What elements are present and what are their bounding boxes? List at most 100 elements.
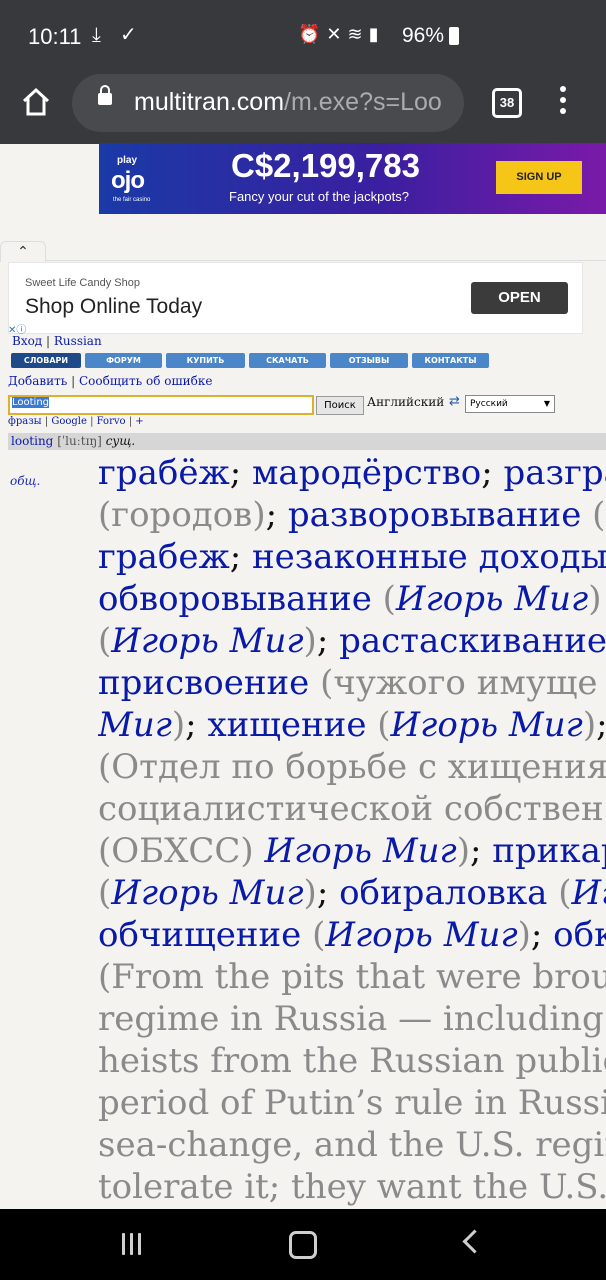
translation-link[interactable]: обк bbox=[553, 915, 606, 955]
author-link[interactable]: Игорь Миг bbox=[396, 579, 588, 619]
translation-link[interactable]: грабёж bbox=[98, 453, 230, 493]
back-icon[interactable] bbox=[462, 1229, 487, 1254]
translation-link[interactable]: разгра bbox=[503, 453, 606, 493]
candy-shop-ad[interactable]: Sweet Life Candy Shop Shop Online Today … bbox=[8, 262, 583, 334]
translation-note: ; bbox=[316, 873, 340, 913]
translation-note: ) bbox=[582, 705, 597, 745]
translation-note: (ОБХСС) bbox=[98, 831, 265, 871]
system-nav-bar bbox=[0, 1209, 606, 1280]
status-bar: 10:11 ⤓ ✓ ⏰✕≋▮ 96% bbox=[0, 0, 606, 72]
headword[interactable]: looting bbox=[11, 434, 53, 448]
translation-link[interactable]: обчищение bbox=[98, 915, 301, 955]
home-button-icon[interactable] bbox=[289, 1231, 317, 1259]
address-bar[interactable]: multitran.com/m.exe?s=Loo bbox=[72, 74, 464, 132]
url-text[interactable]: multitran.com/m.exe?s=Loo bbox=[134, 88, 442, 117]
translation-note: ) bbox=[517, 915, 531, 955]
jackpot-amount: C$2,199,783 bbox=[231, 147, 420, 184]
target-language-select[interactable]: Русский ▼ bbox=[465, 395, 555, 413]
translation-link[interactable]: обворовывание bbox=[98, 579, 372, 619]
report-error-link[interactable]: Сообщить об ошибке bbox=[79, 374, 212, 388]
translation-link[interactable]: грабеж bbox=[98, 537, 230, 577]
casino-ad-banner[interactable]: play ojo the fair casino C$2,199,783 Fan… bbox=[99, 143, 606, 214]
nav-download[interactable]: СКАЧАТЬ bbox=[249, 353, 326, 368]
translation-note: ) bbox=[303, 621, 317, 661]
translation-note: regime in Russia — including bbox=[98, 999, 604, 1039]
nav-dictionaries[interactable]: СЛОВАРИ bbox=[11, 353, 81, 368]
translation-link[interactable]: мародёрство bbox=[252, 453, 481, 493]
author-link[interactable]: Миг bbox=[98, 705, 172, 745]
plus-link[interactable]: + bbox=[135, 416, 143, 427]
external-links: фразы | Google | Forvo | + bbox=[8, 416, 144, 427]
translation-note: (From the pits that were broug bbox=[98, 957, 606, 997]
translation-note: (городов) bbox=[98, 495, 266, 535]
nav-reviews[interactable]: ОТЗЫВЫ bbox=[330, 353, 408, 368]
swap-languages-icon[interactable]: ⇄ bbox=[449, 394, 460, 409]
browser-toolbar: multitran.com/m.exe?s=Loo 38 bbox=[0, 72, 606, 144]
add-link[interactable]: Добавить bbox=[8, 374, 67, 388]
translation-note: (чужого имуще bbox=[309, 663, 598, 703]
nav-buy[interactable]: КУПИТЬ bbox=[166, 353, 245, 368]
phrases-link[interactable]: фразы bbox=[8, 416, 42, 427]
login-link[interactable]: Вход bbox=[12, 334, 42, 348]
open-button[interactable]: OPEN bbox=[471, 282, 568, 314]
translation-note: ; bbox=[530, 915, 554, 955]
translation-note: ( bbox=[581, 495, 606, 535]
translation-note: ; bbox=[596, 705, 606, 745]
translation-note: ; bbox=[229, 453, 252, 493]
forvo-link[interactable]: Forvo bbox=[97, 416, 126, 427]
more-menu-icon[interactable] bbox=[556, 86, 570, 120]
collapse-ad-chevron-icon[interactable]: ⌃ bbox=[0, 241, 46, 262]
author-link[interactable]: Игорь Миг bbox=[325, 915, 517, 955]
author-link[interactable]: Иг bbox=[572, 873, 606, 913]
translation-note: ( bbox=[547, 873, 572, 913]
translation-note: ( bbox=[98, 621, 112, 661]
action-links: Добавить | Сообщить об ошибке bbox=[8, 374, 213, 388]
translation-note: ) bbox=[171, 705, 186, 745]
nav-contacts[interactable]: КОНТАКТЫ bbox=[412, 353, 489, 368]
ad-headline: Shop Online Today bbox=[25, 295, 203, 318]
divider bbox=[0, 260, 606, 261]
recent-apps-icon[interactable] bbox=[122, 1233, 146, 1255]
sign-up-button[interactable]: SIGN UP bbox=[496, 161, 582, 194]
translation-note: ) bbox=[588, 579, 602, 619]
author-link[interactable]: Игорь Миг bbox=[111, 873, 303, 913]
playojo-logo: play ojo the fair casino bbox=[111, 155, 151, 203]
translation-link[interactable]: прикарм bbox=[492, 831, 606, 871]
home-icon[interactable] bbox=[20, 86, 52, 118]
top-links: Вход | Russian bbox=[12, 334, 102, 348]
battery-percent: 96% bbox=[402, 24, 445, 47]
translation-link[interactable]: незаконные доходы bbox=[252, 537, 606, 577]
translation-note: ; bbox=[316, 621, 340, 661]
battery-icon bbox=[449, 27, 459, 45]
search-input[interactable]: Looting bbox=[8, 395, 314, 415]
transcription: [ˈluːtɪŋ] bbox=[57, 434, 102, 448]
translation-note: ; bbox=[185, 705, 208, 745]
tab-switcher-button[interactable]: 38 bbox=[492, 88, 522, 118]
subject-label[interactable]: общ. bbox=[10, 474, 40, 488]
translations-list: грабёж; мародёрство; разгра (городов); ра… bbox=[98, 452, 606, 1208]
translation-note: heists from the Russian public bbox=[98, 1041, 606, 1081]
translation-note: ) bbox=[303, 873, 317, 913]
clock: 10:11 bbox=[28, 24, 82, 49]
google-link[interactable]: Google bbox=[51, 416, 87, 427]
translation-note: ; bbox=[469, 831, 493, 871]
source-language: Английский bbox=[367, 395, 445, 409]
ad-tagline: Fancy your cut of the jackpots? bbox=[229, 189, 409, 204]
author-link[interactable]: Игорь Миг bbox=[391, 705, 583, 745]
author-link[interactable]: Игорь Миг bbox=[264, 831, 456, 871]
translation-link[interactable]: разворовывание bbox=[288, 495, 581, 535]
translation-link[interactable]: растаскивание bbox=[339, 621, 606, 661]
search-button[interactable]: Поиск bbox=[316, 396, 364, 415]
translation-link[interactable]: обираловка bbox=[339, 873, 547, 913]
translation-link[interactable]: присвоение bbox=[98, 663, 309, 703]
translation-note: ) bbox=[456, 831, 470, 871]
translation-note: ( bbox=[366, 705, 391, 745]
author-link[interactable]: Игорь Миг bbox=[111, 621, 303, 661]
translation-note: tolerate it; they want the U.S. e bbox=[98, 1167, 606, 1207]
translation-note: ( bbox=[371, 579, 396, 619]
entry-header: looting [ˈluːtɪŋ] сущ. bbox=[8, 433, 606, 450]
language-link[interactable]: Russian bbox=[54, 334, 102, 348]
translation-link[interactable]: хищение bbox=[207, 705, 366, 745]
nav-forum[interactable]: ФОРУМ bbox=[85, 353, 162, 368]
dropdown-arrow-icon: ▼ bbox=[543, 399, 550, 408]
